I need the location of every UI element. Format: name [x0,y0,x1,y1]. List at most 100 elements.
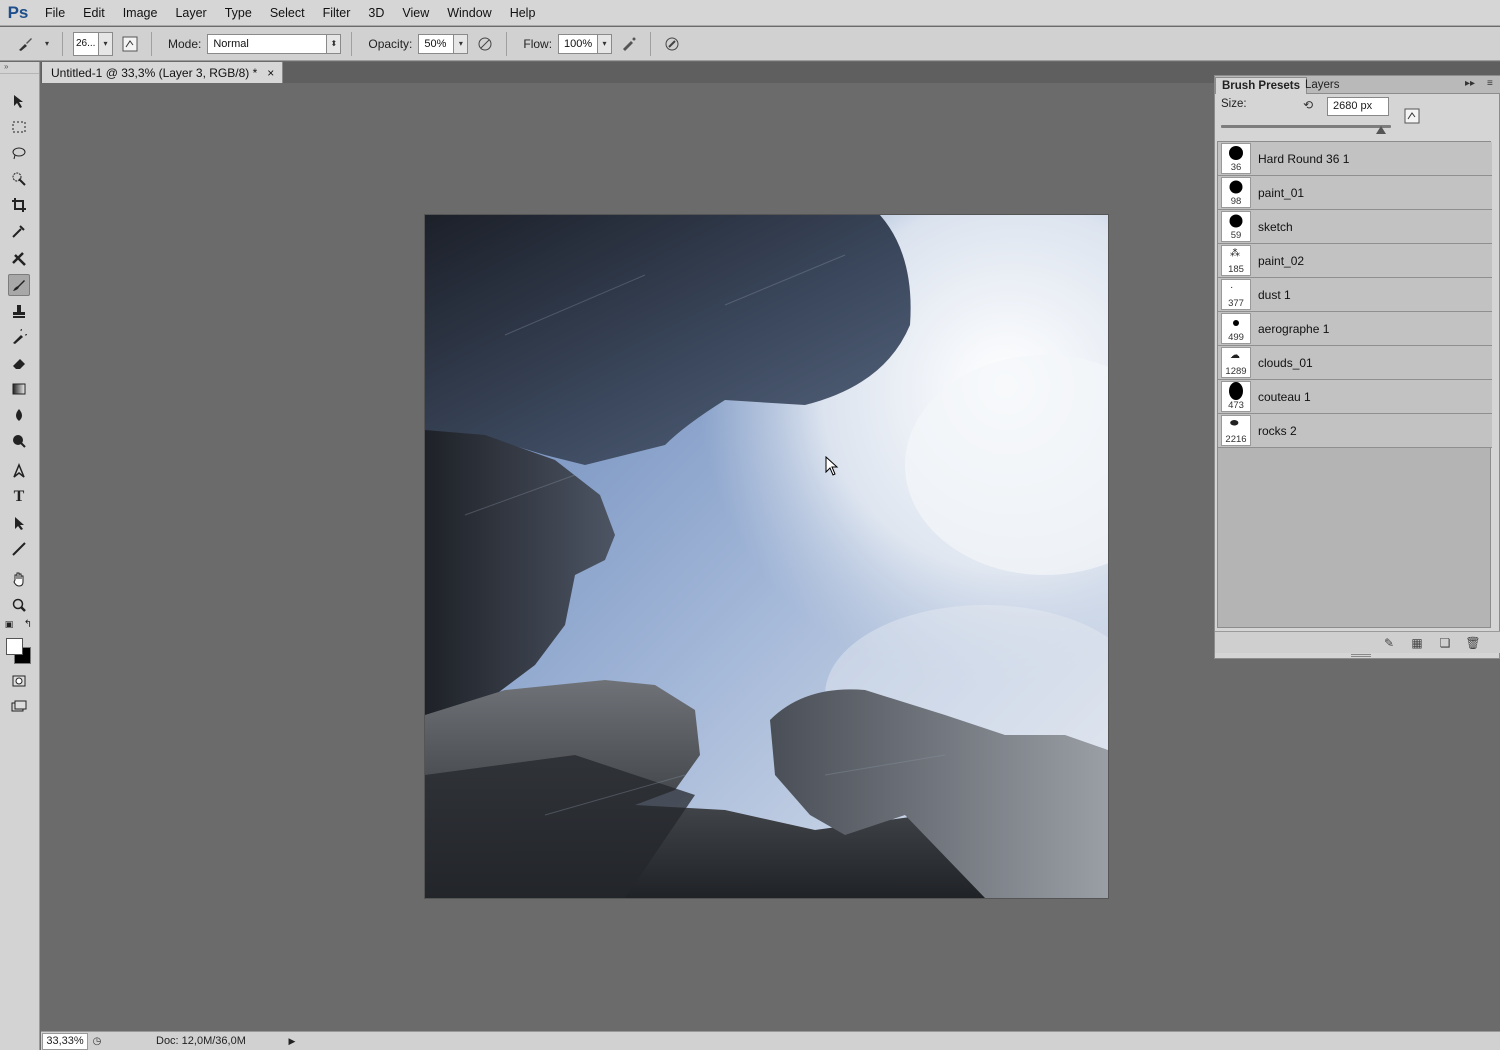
document-tab[interactable]: Untitled-1 @ 33,3% (Layer 3, RGB/8) * × [42,62,284,83]
menu-file[interactable]: File [36,0,74,26]
lasso-tool-icon[interactable] [8,142,30,164]
resize-grip[interactable] [1351,654,1371,657]
healing-brush-tool-icon[interactable] [8,248,30,270]
line-tool-icon[interactable] [8,538,30,560]
path-selection-tool-icon[interactable] [8,512,30,534]
brush-panel-icon[interactable] [1404,108,1420,127]
menu-edit[interactable]: Edit [74,0,114,26]
divider [650,31,652,56]
flow-field[interactable]: 100% [558,33,599,54]
default-colors-icon[interactable]: ▣ [3,618,15,630]
brush-preset-list: 36 Hard Round 36 1 98 paint_01 59 sketch ⁂ 185 p… [1217,141,1492,628]
new-preset-icon[interactable]: ❏ [1437,635,1453,651]
brush-size-number: 2216 [1225,434,1247,445]
foreground-color-swatch[interactable] [6,638,23,655]
opacity-control[interactable]: 50% ▾ [418,33,469,54]
brush-size-number: 59 [1230,230,1242,241]
clone-stamp-tool-icon[interactable] [8,300,30,322]
blur-tool-icon[interactable] [8,404,30,426]
size-slider-thumb[interactable] [1375,126,1386,134]
quick-selection-tool-icon[interactable] [8,168,30,190]
tab-brush-presets[interactable]: Brush Presets [1215,77,1307,94]
brush-preset-item[interactable]: ⁂ 185 paint_02 [1218,244,1492,278]
brush-preset-item[interactable]: 36 Hard Round 36 1 [1218,142,1492,176]
collapse-panel-icon[interactable]: ▸▸ [1465,78,1475,89]
menu-type[interactable]: Type [216,0,261,26]
menu-image[interactable]: Image [114,0,167,26]
trash-icon[interactable]: 🗑 [1465,635,1481,651]
brush-panel-toggle-icon[interactable] [119,33,141,55]
opacity-field[interactable]: 50% [418,33,455,54]
toggle-brush-panel-icon[interactable]: ✎ [1381,635,1397,651]
move-tool-icon[interactable] [8,90,30,112]
tab-layers[interactable]: Layers [1299,77,1346,94]
menu-layer[interactable]: Layer [166,0,215,26]
chevron-down-icon[interactable]: ▾ [99,31,113,56]
brush-preset-item[interactable]: 98 paint_01 [1218,176,1492,210]
type-tool-icon[interactable]: T [8,486,30,508]
eraser-tool-icon[interactable] [8,352,30,374]
updown-icon[interactable]: ⬍ [327,33,342,54]
crop-tool-icon[interactable] [8,194,30,216]
pressure-size-icon[interactable] [661,33,683,55]
size-slider-track[interactable] [1221,125,1391,128]
dodge-tool-icon[interactable] [8,430,30,452]
brush-presets-panel: Brush Presets Layers ▸▸ ≡ Size: ⟲ 2680 p… [1214,75,1500,659]
menu-3d[interactable]: 3D [359,0,393,26]
size-label: Size: [1221,98,1247,110]
brush-preset-item[interactable]: ☁ 1289 clouds_01 [1218,346,1492,380]
chevron-down-icon[interactable]: ▾ [598,33,613,54]
pen-tool-icon[interactable] [8,460,30,482]
panel-menu-icon[interactable]: ≡ [1487,78,1493,89]
brush-preset-item[interactable]: 499 aerographe 1 [1218,312,1492,346]
mode-select[interactable]: Normal ⬍ [207,33,342,54]
screen-mode-icon[interactable] [8,696,30,718]
tools-panel: » T ▣ ↰ [0,62,40,1050]
marquee-tool-icon[interactable] [8,116,30,138]
menu-select[interactable]: Select [261,0,314,26]
status-bar: 33,33% ◷ Doc: 12,0M/36,0M ▶ [41,1031,1500,1050]
zoom-tool-icon[interactable] [8,594,30,616]
chevron-down-icon[interactable]: ▾ [454,33,469,54]
brush-size-picker[interactable]: 26... ▾ [73,31,113,56]
menu-window[interactable]: Window [438,0,500,26]
status-icon[interactable]: ◷ [88,1033,106,1049]
menu-view[interactable]: View [393,0,438,26]
open-preset-manager-icon[interactable]: ▦ [1409,635,1425,651]
brush-tool-preset-icon[interactable] [14,33,36,55]
brush-preset-item[interactable]: 59 sketch [1218,210,1492,244]
document-info: Doc: 12,0M/36,0M [156,1035,246,1047]
flow-control[interactable]: 100% ▾ [558,33,613,54]
brush-size-field[interactable]: 26... [73,31,99,56]
brush-size-number: 98 [1230,196,1242,207]
divider [62,31,63,56]
gradient-tool-icon[interactable] [8,378,30,400]
zoom-level-field[interactable]: 33,33% [42,1032,88,1050]
menu-bar: Ps File Edit Image Layer Type Select Fil… [0,0,1500,26]
pressure-opacity-icon[interactable] [474,33,496,55]
brush-tip-thumbnail: ⁂ 185 [1221,245,1251,276]
brush-preset-name: rocks 2 [1258,424,1297,438]
hand-tool-icon[interactable] [8,568,30,590]
document-canvas[interactable] [425,215,1108,898]
swap-colors-icon[interactable]: ↰ [22,618,34,630]
menu-help[interactable]: Help [501,0,545,26]
history-brush-tool-icon[interactable] [8,326,30,348]
size-field[interactable]: 2680 px [1327,97,1389,116]
brush-tip-shape: ⁂ [1230,248,1240,259]
eyedropper-tool-icon[interactable] [8,220,30,242]
mode-value[interactable]: Normal [207,33,328,54]
quick-mask-icon[interactable] [8,670,30,692]
menu-filter[interactable]: Filter [314,0,360,26]
brush-tool-icon[interactable] [8,274,30,296]
brush-preset-item[interactable]: ⬬ 2216 rocks 2 [1218,414,1492,448]
brush-preset-item[interactable]: · 377 dust 1 [1218,278,1492,312]
chevron-right-icon[interactable]: ▶ [286,1036,298,1047]
reset-size-icon[interactable]: ⟲ [1303,98,1313,112]
panel-tab-bar: Brush Presets Layers ▸▸ ≡ [1215,76,1500,94]
airbrush-icon[interactable] [618,33,640,55]
close-icon[interactable]: × [267,66,274,80]
chevron-down-icon[interactable]: ▾ [42,33,52,55]
panel-grip[interactable]: » [0,62,39,74]
brush-preset-item[interactable]: 473 couteau 1 [1218,380,1492,414]
